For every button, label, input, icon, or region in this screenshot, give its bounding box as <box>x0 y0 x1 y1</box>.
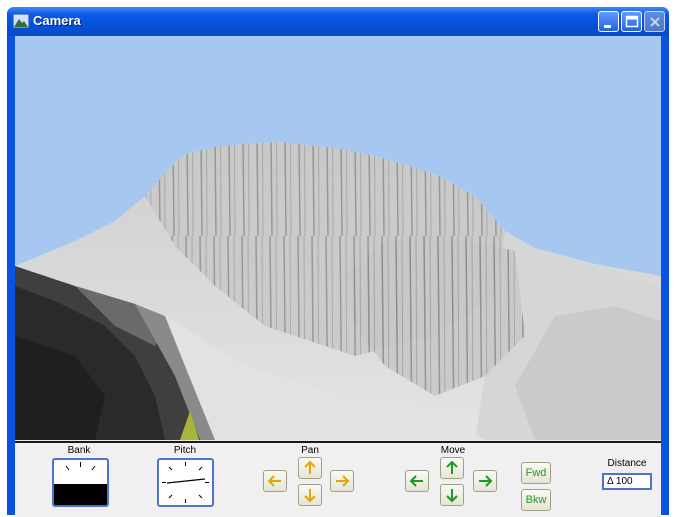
move-left-button[interactable] <box>405 470 429 492</box>
maximize-button[interactable] <box>621 11 642 32</box>
arrow-right-icon <box>336 475 350 487</box>
move-label: Move <box>440 445 466 456</box>
bank-indicator <box>54 462 107 505</box>
close-button[interactable] <box>644 11 665 32</box>
pitch-indicator <box>162 462 209 503</box>
mountain-icon <box>13 14 29 28</box>
pitch-gauge[interactable] <box>157 458 214 507</box>
client-area: Bank Pitch Pan Move Fwd Bkw Distance Δ 1… <box>15 36 661 517</box>
pan-left-button[interactable] <box>263 470 287 492</box>
arrow-down-icon <box>446 489 458 503</box>
arrow-up-icon <box>304 460 316 474</box>
forward-button[interactable]: Fwd <box>521 462 551 484</box>
pan-right-button[interactable] <box>330 470 354 492</box>
controls-panel: Bank Pitch Pan Move Fwd Bkw Distance Δ 1… <box>15 441 661 517</box>
distance-field[interactable]: Δ 100 <box>602 473 652 490</box>
arrow-left-icon <box>409 475 423 487</box>
camera-window: Camera Bank Pitch Pan Move Fwd Bkw Dista… <box>7 7 669 517</box>
arrow-up-icon <box>446 460 458 474</box>
maximize-icon <box>625 15 639 28</box>
pan-up-button[interactable] <box>298 457 322 479</box>
close-icon <box>650 17 660 27</box>
bank-label: Bank <box>67 445 91 456</box>
pan-down-button[interactable] <box>298 484 322 506</box>
window-title: Camera <box>33 13 81 28</box>
title-bar[interactable]: Camera <box>7 7 669 36</box>
arrow-right-icon <box>479 475 493 487</box>
pitch-label: Pitch <box>173 445 197 456</box>
backward-button[interactable]: Bkw <box>521 489 551 511</box>
arrow-down-icon <box>304 489 316 503</box>
minimize-icon <box>604 25 611 28</box>
move-down-button[interactable] <box>440 484 464 506</box>
arrow-left-icon <box>267 475 281 487</box>
move-right-button[interactable] <box>473 470 497 492</box>
terrain-viewport[interactable] <box>15 36 661 440</box>
terrain-render <box>15 142 661 440</box>
distance-label: Distance <box>607 458 647 469</box>
pan-label: Pan <box>301 445 319 456</box>
bank-gauge[interactable] <box>52 458 109 507</box>
minimize-button[interactable] <box>598 11 619 32</box>
move-up-button[interactable] <box>440 457 464 479</box>
